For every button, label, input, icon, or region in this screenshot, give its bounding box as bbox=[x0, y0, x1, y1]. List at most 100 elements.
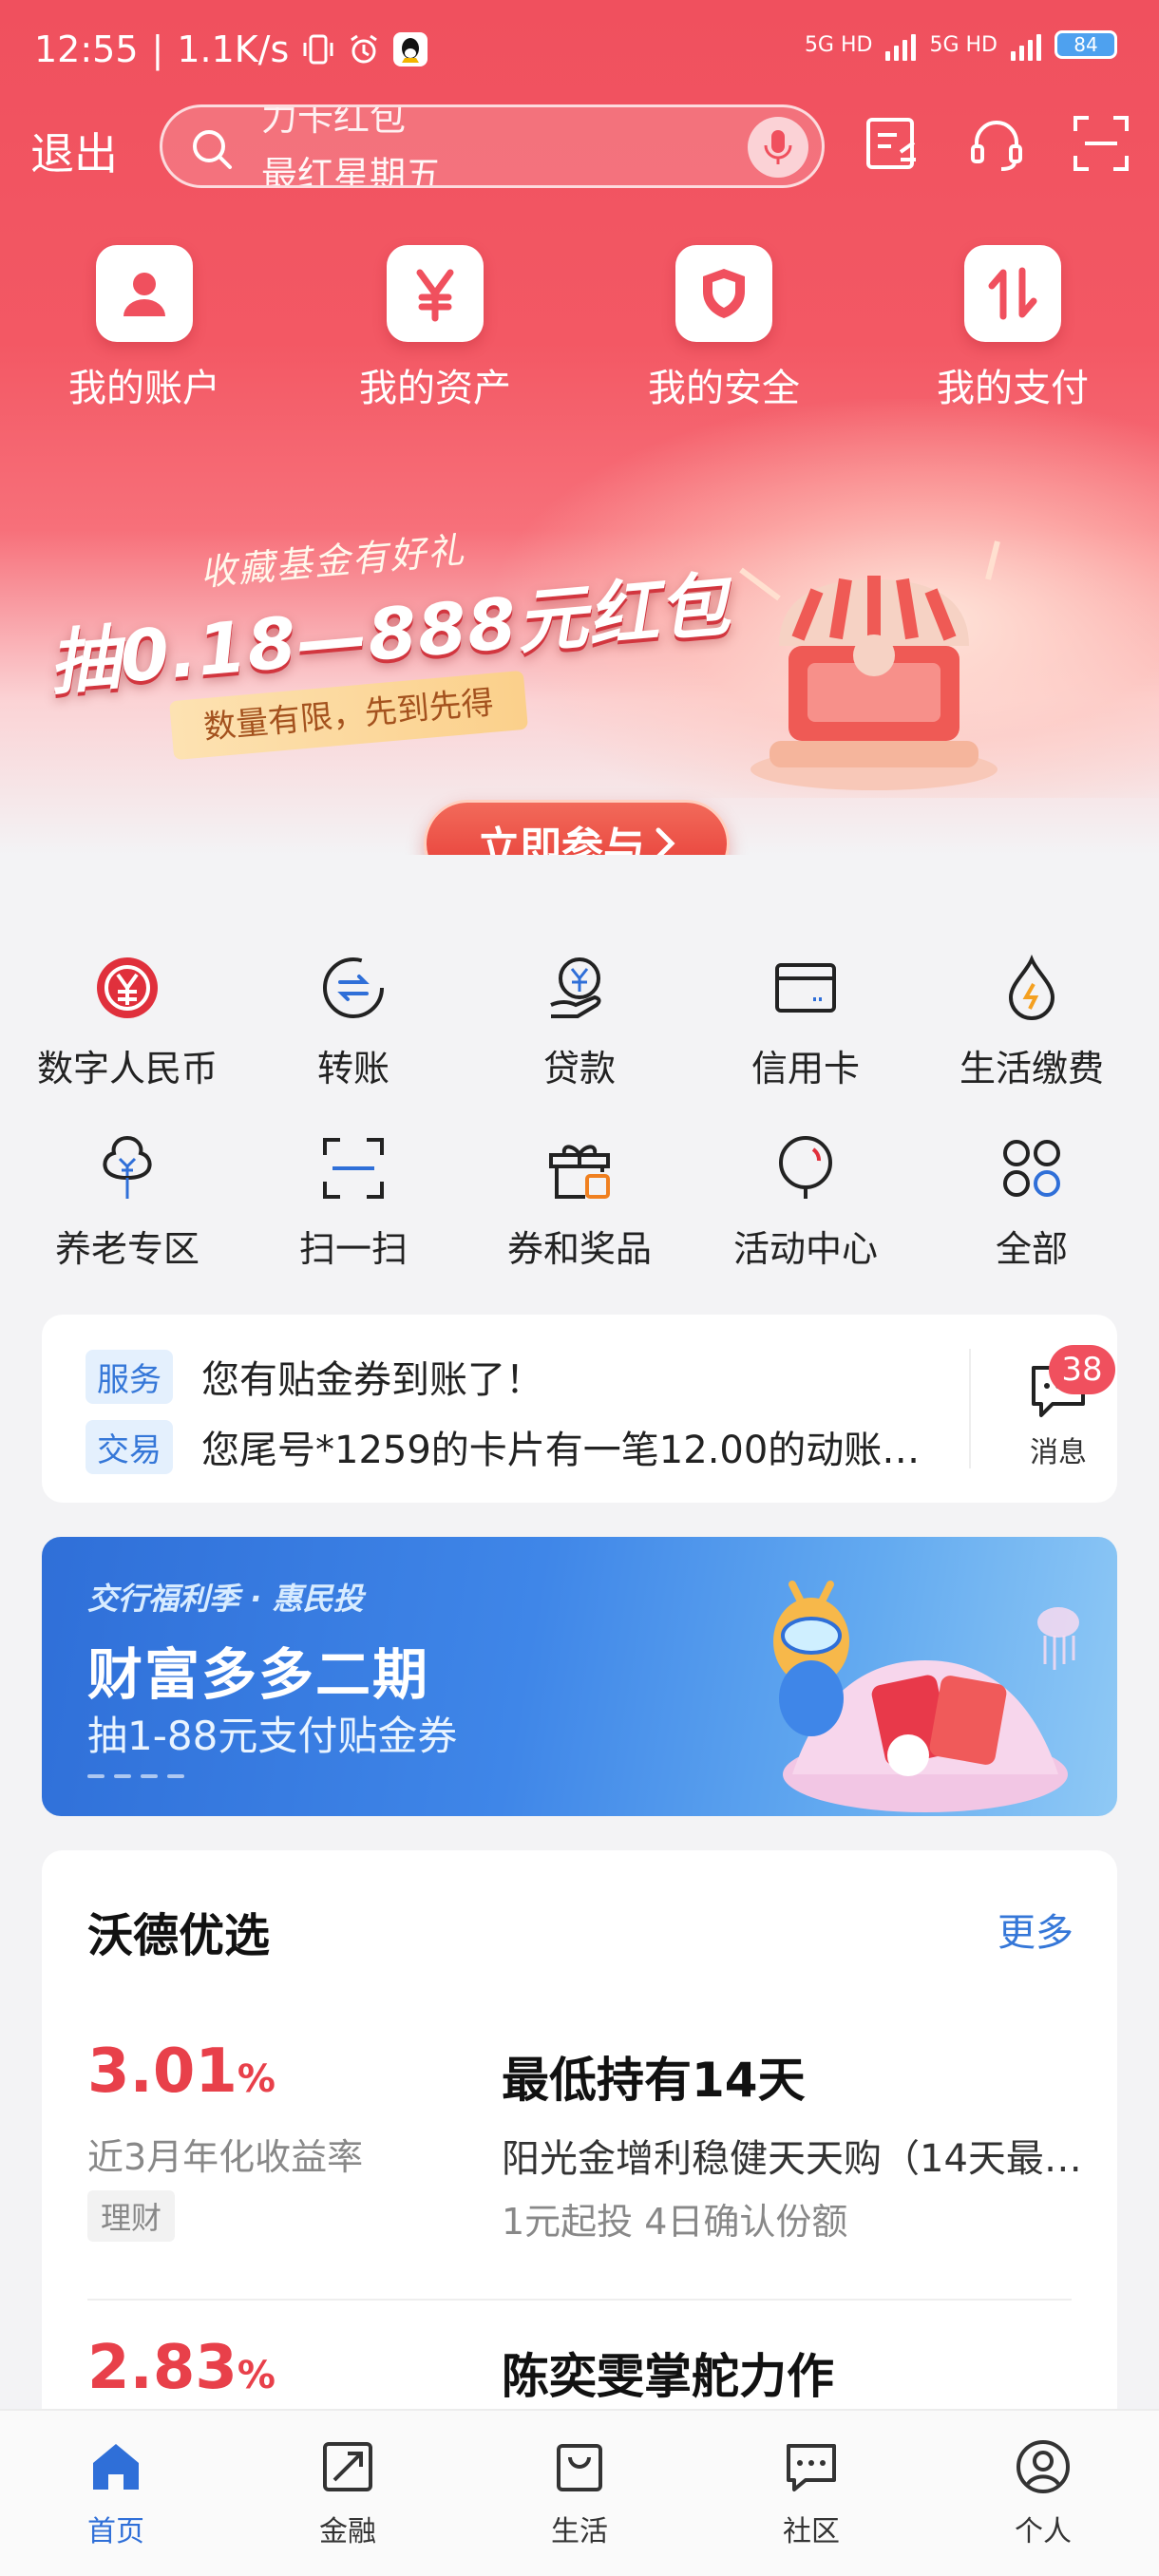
chevron-right-icon bbox=[656, 827, 675, 855]
quick-label: 我的支付 bbox=[937, 367, 1089, 410]
quick-tile bbox=[964, 245, 1061, 342]
quick-my-assets[interactable]: 我的资产 bbox=[331, 245, 540, 412]
service-label: 信用卡 bbox=[750, 1048, 860, 1089]
service-label: 转账 bbox=[316, 1048, 390, 1089]
service-digital-rmb[interactable]: 数字人民币 bbox=[13, 950, 241, 1091]
exit-button[interactable]: 退出 bbox=[30, 120, 118, 182]
bill-icon[interactable] bbox=[863, 114, 922, 173]
quick-tile bbox=[96, 245, 193, 342]
pension-icon bbox=[103, 1135, 152, 1199]
search-icon bbox=[193, 130, 232, 169]
tab-label: 生活 bbox=[551, 2515, 608, 2548]
alarm-icon bbox=[351, 34, 378, 64]
product-rate: 2.83% bbox=[87, 2333, 276, 2403]
service-scan[interactable]: 扫一扫 bbox=[239, 1130, 467, 1272]
quick-my-security[interactable]: 我的安全 bbox=[619, 245, 828, 412]
tab-community[interactable]: 社区 bbox=[716, 2434, 906, 2549]
network-label: 5G HD bbox=[804, 32, 873, 57]
quick-label: 我的账户 bbox=[68, 367, 220, 410]
microphone-icon bbox=[764, 130, 792, 164]
banner-desc: 抽1-88元支付贴金券 bbox=[87, 1713, 458, 1759]
notice-tag: 交易 bbox=[86, 1419, 173, 1474]
notice-tag: 服务 bbox=[86, 1349, 173, 1404]
service-transfer[interactable]: 转账 bbox=[239, 950, 467, 1091]
voice-search-button[interactable] bbox=[748, 117, 808, 178]
shopping-bag-icon bbox=[557, 2444, 602, 2491]
banner-title: 财富多多二期 bbox=[87, 1642, 430, 1707]
service-utilities[interactable]: 生活缴费 bbox=[918, 950, 1146, 1091]
qq-icon bbox=[393, 32, 428, 66]
mascot-shell-illustration bbox=[773, 1581, 1079, 1812]
service-activity[interactable]: 活动中心 bbox=[692, 1130, 920, 1272]
digital-rmb-icon bbox=[97, 957, 158, 1018]
service-credit-card[interactable]: 信用卡 bbox=[692, 950, 920, 1091]
join-now-button[interactable]: 立即参与 bbox=[424, 800, 730, 855]
battery-indicator: 84 bbox=[1054, 30, 1117, 59]
service-all[interactable]: 全部 bbox=[918, 1130, 1146, 1272]
product-item[interactable]: 3.01% 近3月年化收益率 理财 最低持有14天 阳光金增利稳健天天购（14天… bbox=[87, 2036, 1082, 2264]
user-circle-icon bbox=[1016, 2440, 1070, 2493]
tab-label: 首页 bbox=[87, 2515, 144, 2548]
notice-text: 您尾号*1259的卡片有一笔12.00的动账… bbox=[201, 1429, 921, 1472]
service-loan[interactable]: 贷款 bbox=[466, 950, 694, 1091]
product-tag: 理财 bbox=[87, 2190, 176, 2242]
quick-tile bbox=[387, 245, 484, 342]
status-divider: | bbox=[151, 28, 164, 70]
notice-card: 服务 您有贴金券到账了！ 交易 您尾号*1259的卡片有一笔12.00的动账… … bbox=[42, 1315, 1117, 1503]
shield-icon bbox=[703, 269, 745, 318]
service-label: 贷款 bbox=[542, 1048, 616, 1089]
tab-finance[interactable]: 金融 bbox=[253, 2434, 443, 2549]
service-label: 活动中心 bbox=[732, 1228, 878, 1270]
banner-subtitle: 交行福利季 · 惠民投 bbox=[87, 1581, 364, 1617]
tab-profile[interactable]: 个人 bbox=[948, 2434, 1138, 2549]
notice-row-transaction[interactable]: 交易 您尾号*1259的卡片有一笔12.00的动账… bbox=[86, 1419, 923, 1474]
tab-home[interactable]: 首页 bbox=[21, 2434, 211, 2549]
status-bar: 12:55 | 1.1K/s 5G HD 5G HD 84 bbox=[0, 0, 1159, 104]
utility-icon bbox=[1008, 954, 1055, 1020]
more-link[interactable]: 更多 bbox=[998, 1902, 1074, 1957]
search-placeholder-prev: 力卡红包 bbox=[261, 104, 407, 139]
chat-bubble-icon bbox=[787, 2444, 836, 2491]
balloon-icon bbox=[779, 1136, 832, 1199]
promo-banner[interactable]: 收藏基金有好礼 抽0.18—888元红包 数量有限，先到先得 立即参与 bbox=[0, 494, 1159, 855]
loan-icon bbox=[550, 957, 601, 1018]
product-name: 最低持有14天 bbox=[502, 2053, 806, 2108]
search-bar[interactable]: 力卡红包 最红星期五 bbox=[160, 104, 825, 188]
cta-label: 立即参与 bbox=[478, 824, 645, 855]
person-icon bbox=[124, 273, 165, 316]
tab-label: 金融 bbox=[319, 2515, 376, 2548]
scan-frame-icon[interactable] bbox=[1072, 114, 1130, 173]
notice-divider bbox=[969, 1349, 971, 1468]
quick-tile bbox=[675, 245, 772, 342]
transfer-icon bbox=[323, 957, 384, 1018]
messages-label: 消息 bbox=[1030, 1436, 1087, 1469]
headset-icon[interactable] bbox=[967, 114, 1026, 173]
search-placeholder: 最红星期五 bbox=[261, 154, 443, 188]
product-meta: 1元起投 4日确认份额 bbox=[502, 2201, 848, 2243]
notice-row-service[interactable]: 服务 您有贴金券到账了！ bbox=[86, 1349, 923, 1404]
service-label: 生活缴费 bbox=[959, 1048, 1104, 1089]
status-time: 12:55 bbox=[34, 28, 139, 70]
service-pension[interactable]: 养老专区 bbox=[13, 1130, 241, 1272]
unread-badge: 38 bbox=[1049, 1345, 1115, 1394]
credit-card-icon bbox=[775, 963, 836, 1013]
tab-life[interactable]: 生活 bbox=[484, 2434, 674, 2549]
service-label: 养老专区 bbox=[54, 1228, 200, 1270]
yen-icon bbox=[416, 269, 454, 322]
tab-label: 社区 bbox=[783, 2515, 840, 2548]
quick-my-payment[interactable]: 我的支付 bbox=[908, 245, 1117, 412]
quick-label: 我的资产 bbox=[359, 367, 511, 410]
top-nav: 退出 力卡红包 最红星期五 bbox=[0, 104, 1159, 188]
tab-label: 个人 bbox=[1015, 2515, 1072, 2548]
signal-icon bbox=[885, 28, 917, 61]
product-name: 陈奕雯掌舵力作 bbox=[502, 2349, 834, 2404]
quick-my-account[interactable]: 我的账户 bbox=[40, 245, 249, 412]
finance-icon bbox=[323, 2442, 372, 2491]
wealth-banner[interactable]: 交行福利季 · 惠民投 财富多多二期 抽1-88元支付贴金券 bbox=[42, 1537, 1117, 1816]
service-coupons[interactable]: 券和奖品 bbox=[466, 1130, 694, 1272]
notice-text: 您有贴金券到账了！ bbox=[201, 1358, 543, 1402]
product-desc: 阳光金增利稳健天天购（14天最… bbox=[502, 2137, 1082, 2181]
rate-label: 近3月年化收益率 bbox=[87, 2136, 364, 2178]
quick-actions: 我的账户 我的资产 我的安全 我的支付 bbox=[0, 245, 1159, 416]
wode-picks-card: 沃德优选 更多 3.01% 近3月年化收益率 理财 最低持有14天 阳光金增利稳… bbox=[42, 1850, 1117, 2458]
